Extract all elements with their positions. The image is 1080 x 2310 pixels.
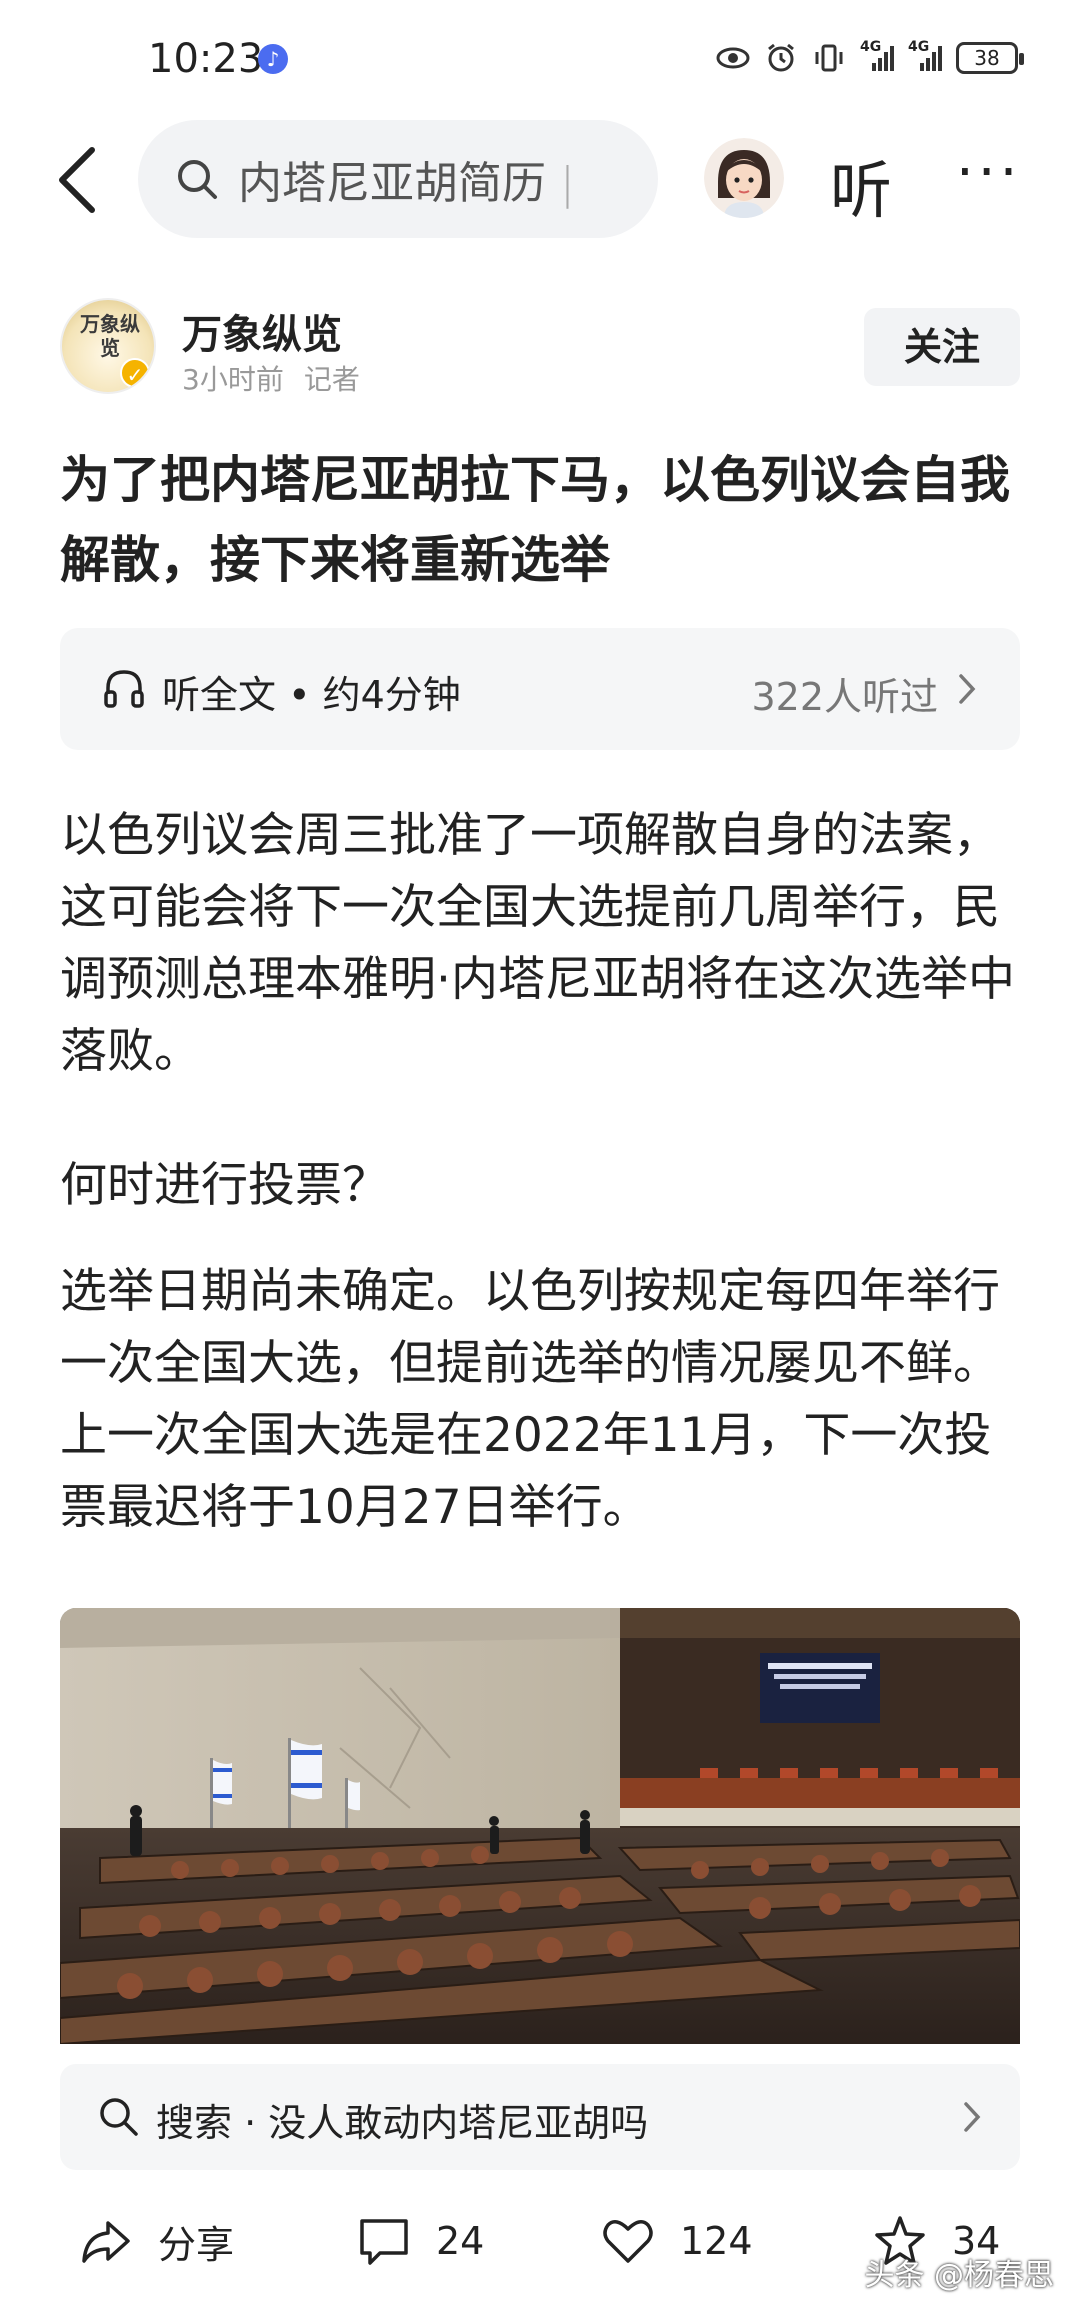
search-icon [178,160,217,199]
listen-full-text-label: 听全文 • 约4分钟 [162,673,461,717]
comment-count: 24 [436,2219,485,2263]
chevron-left-icon [59,147,95,213]
author-row: 万象纵览 ✓ 万象纵览 3小时前 记者 关注 [60,298,1020,408]
headphones-icon [104,670,144,708]
network-label-2: 4G [908,39,930,55]
status-icons: 4G 4G 38 [716,39,1024,74]
search-input[interactable]: 内塔尼亚胡简历 [138,120,658,238]
related-search-bar[interactable]: 搜索 · 没人敢动内塔尼亚胡吗 [60,2064,1020,2170]
chevron-right-icon [959,674,976,704]
network-label-1: 4G [860,39,882,55]
author-role: 记者 [303,363,360,396]
comment-icon [360,2219,408,2265]
author-meta: 3小时前 记者 [182,358,360,398]
listen-count: 322人听过 [751,675,938,719]
article-paragraph: 以色列议会周三批准了一项解散自身的法案，这可能会将下一次全国大选提前几周举行，民… [60,808,1015,1079]
chevron-right-icon [964,2102,981,2132]
listen-button[interactable]: 听 [830,140,892,230]
comment-button[interactable]: 24 [356,2206,484,2276]
signal-icon-2: 4G [908,39,942,73]
author-logo-text: 万象纵览 [80,312,140,360]
more-button[interactable]: ··· [956,140,1021,205]
post-time: 3小时前 [182,363,284,396]
like-count: 124 [680,2219,753,2263]
music-icon: ♪ [258,44,288,74]
search-query: 内塔尼亚胡简历 [238,147,575,211]
back-button[interactable] [50,144,110,216]
related-search-text: 搜索 · 没人敢动内塔尼亚胡吗 [156,2101,649,2145]
battery-icon: 38 [956,42,1024,74]
signal-icon-1: 4G [860,39,894,73]
top-bar: 内塔尼亚胡简历 听 ··· [0,120,1080,240]
follow-button[interactable]: 关注 [864,308,1020,386]
article-subheading: 何时进行投票？ [60,1158,389,1213]
vibrate-icon [812,43,846,73]
status-bar: 10:23 ♪ 4G 4G 38 [0,0,1080,120]
eye-icon [716,43,750,73]
listen-full-text-bar[interactable]: 听全文 • 约4分钟 322人听过 [60,628,1020,750]
bottom-action-bar: 分享 24 124 34 头条 @杨春思 [0,2186,1080,2310]
verified-icon: ✓ [120,358,150,388]
status-time: 10:23 [148,36,264,82]
heart-icon [603,2220,653,2263]
article-photo[interactable] [60,1608,1020,2044]
article-paragraph: 选举日期尚未确定。以色列按规定每四年举行一次全国大选，但提前选举的情况屡见不鲜。… [60,1264,1000,1535]
author-name[interactable]: 万象纵览 [182,302,342,360]
like-button[interactable]: 124 [600,2206,753,2276]
share-button[interactable]: 分享 [78,2206,234,2276]
watermark: 头条 @杨春思 [864,2258,1054,2293]
avatar[interactable] [704,138,784,218]
share-label: 分享 [158,2222,235,2267]
alarm-icon [764,43,798,73]
search-icon [100,2098,138,2136]
share-icon [82,2221,130,2263]
author-avatar[interactable]: 万象纵览 ✓ [60,298,156,394]
article-title: 为了把内塔尼亚胡拉下马，以色列议会自我解散，接下来将重新选举 [60,451,1010,589]
